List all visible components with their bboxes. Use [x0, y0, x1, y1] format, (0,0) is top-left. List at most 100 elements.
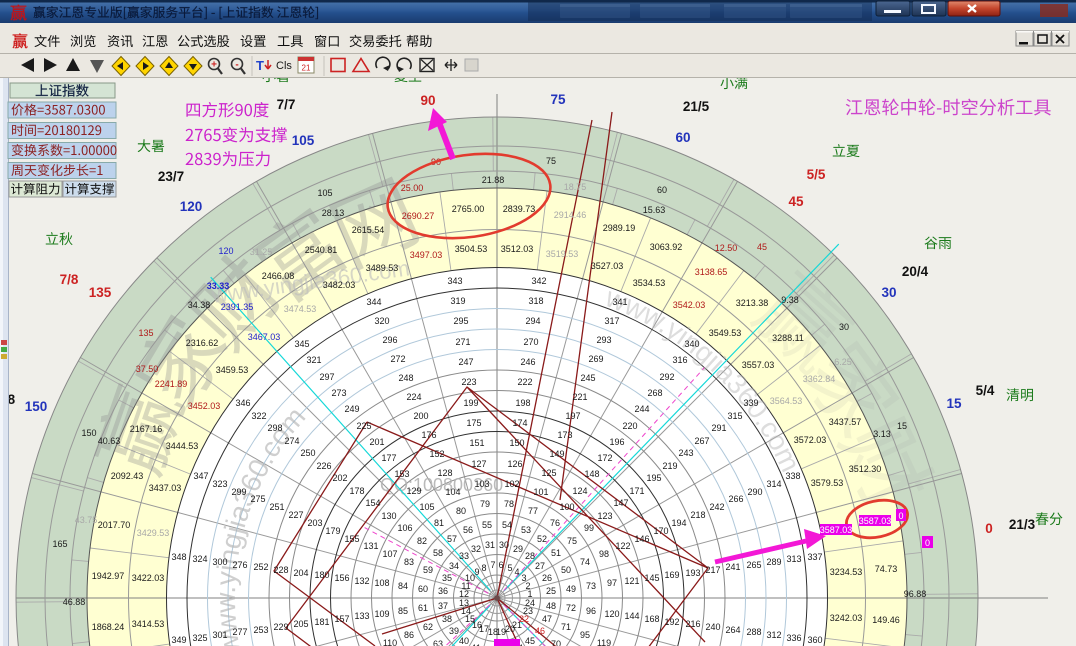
svg-text:3542.03: 3542.03: [673, 300, 706, 310]
svg-text:77: 77: [528, 506, 538, 516]
svg-text:25.00: 25.00: [401, 183, 424, 193]
svg-text:298: 298: [267, 423, 282, 433]
svg-text:204: 204: [293, 568, 308, 578]
svg-text:2092.43: 2092.43: [111, 471, 144, 481]
svg-text:53: 53: [521, 525, 531, 535]
svg-text:178: 178: [349, 486, 364, 496]
svg-text:15.63: 15.63: [643, 205, 666, 215]
svg-text:3512.30: 3512.30: [849, 464, 882, 474]
svg-text:2241.89: 2241.89: [155, 379, 188, 389]
svg-text:40: 40: [459, 636, 469, 646]
svg-text:2989.19: 2989.19: [603, 223, 636, 233]
svg-text:319: 319: [450, 296, 465, 306]
svg-text:322: 322: [251, 411, 266, 421]
svg-text:220: 220: [622, 421, 637, 431]
svg-text:205: 205: [293, 619, 308, 629]
svg-text:26: 26: [542, 573, 552, 583]
svg-text:75: 75: [567, 536, 577, 546]
svg-text:290: 290: [747, 487, 762, 497]
svg-text:103: 103: [474, 479, 489, 489]
svg-text:21/3: 21/3: [1009, 517, 1036, 532]
svg-text:171: 171: [629, 486, 644, 496]
svg-text:84: 84: [398, 581, 408, 591]
svg-text:85: 85: [398, 606, 408, 616]
svg-text:75: 75: [550, 92, 566, 107]
svg-text:242: 242: [709, 502, 724, 512]
svg-text:339: 339: [743, 398, 758, 408]
svg-text:313: 313: [786, 554, 801, 564]
svg-text:7/8: 7/8: [60, 272, 79, 287]
svg-text:3504.53: 3504.53: [455, 244, 488, 254]
svg-text:61: 61: [418, 603, 428, 613]
svg-text:3497.03: 3497.03: [410, 250, 443, 260]
svg-text:30: 30: [499, 540, 509, 550]
svg-text:193: 193: [685, 568, 700, 578]
svg-text:47: 47: [542, 614, 552, 624]
svg-text:58: 58: [433, 548, 443, 558]
svg-text:194: 194: [671, 518, 686, 528]
svg-text:3.13: 3.13: [873, 429, 891, 439]
svg-text:3512.03: 3512.03: [501, 244, 534, 254]
svg-text:30: 30: [881, 285, 896, 300]
svg-text:324: 324: [192, 554, 207, 564]
svg-text:3063.92: 3063.92: [650, 242, 683, 252]
svg-text:131: 131: [363, 541, 378, 551]
svg-text:321: 321: [306, 355, 321, 365]
svg-text:39: 39: [449, 626, 459, 636]
svg-text:219: 219: [662, 461, 677, 471]
svg-text:24: 24: [525, 598, 535, 608]
svg-text:248: 248: [398, 373, 413, 383]
svg-text:119: 119: [597, 638, 611, 646]
svg-text:3444.53: 3444.53: [166, 441, 199, 451]
svg-text:195: 195: [646, 473, 661, 483]
svg-text:123: 123: [597, 511, 612, 521]
svg-text:249: 249: [344, 404, 359, 414]
svg-text:325: 325: [192, 633, 207, 643]
svg-text:216: 216: [685, 619, 700, 629]
svg-text:3467.03: 3467.03: [248, 332, 281, 342]
svg-text:80: 80: [456, 506, 466, 516]
svg-text:3572.03: 3572.03: [794, 435, 827, 445]
svg-text:341: 341: [612, 297, 627, 307]
svg-text:201: 201: [369, 437, 384, 447]
svg-text:253: 253: [253, 625, 268, 635]
svg-text:264: 264: [725, 625, 740, 635]
svg-text:+: +: [211, 60, 217, 71]
svg-text:20/4: 20/4: [902, 264, 929, 279]
svg-text:12.50: 12.50: [715, 243, 738, 253]
svg-text:99: 99: [584, 523, 594, 533]
svg-text:240: 240: [705, 622, 720, 632]
svg-text:3519.53: 3519.53: [546, 249, 579, 259]
svg-text:3437.57: 3437.57: [829, 417, 862, 427]
svg-text:128: 128: [437, 468, 452, 478]
svg-text:32: 32: [471, 544, 481, 554]
svg-text:46: 46: [535, 626, 545, 636]
svg-text:3242.03: 3242.03: [830, 613, 863, 623]
svg-text:2690.27: 2690.27: [402, 211, 435, 221]
svg-text:299: 299: [231, 487, 246, 497]
svg-text:145: 145: [644, 573, 659, 583]
svg-text:57: 57: [447, 534, 457, 544]
svg-text:34: 34: [449, 561, 459, 571]
svg-text:110: 110: [383, 638, 397, 646]
svg-text:21: 21: [302, 64, 311, 73]
svg-text:338: 338: [785, 471, 800, 481]
svg-text:129: 129: [406, 486, 421, 496]
svg-text:348: 348: [171, 552, 186, 562]
svg-text:105: 105: [317, 188, 332, 198]
svg-text:21.88: 21.88: [482, 175, 505, 185]
svg-text:120: 120: [180, 199, 203, 214]
svg-text:2540.81: 2540.81: [305, 245, 338, 255]
svg-text:151: 151: [469, 438, 484, 448]
svg-text:45: 45: [757, 242, 767, 252]
svg-text:132: 132: [354, 576, 369, 586]
svg-text:3534.53: 3534.53: [633, 278, 666, 288]
svg-text:5: 5: [507, 563, 512, 573]
svg-text:2466.08: 2466.08: [262, 271, 295, 281]
svg-text:36: 36: [438, 586, 448, 596]
svg-text:251: 251: [269, 502, 284, 512]
svg-text:105: 105: [292, 133, 315, 148]
svg-text:3288.11: 3288.11: [772, 333, 804, 343]
svg-text:27: 27: [535, 561, 545, 571]
svg-text:222: 222: [517, 377, 532, 387]
